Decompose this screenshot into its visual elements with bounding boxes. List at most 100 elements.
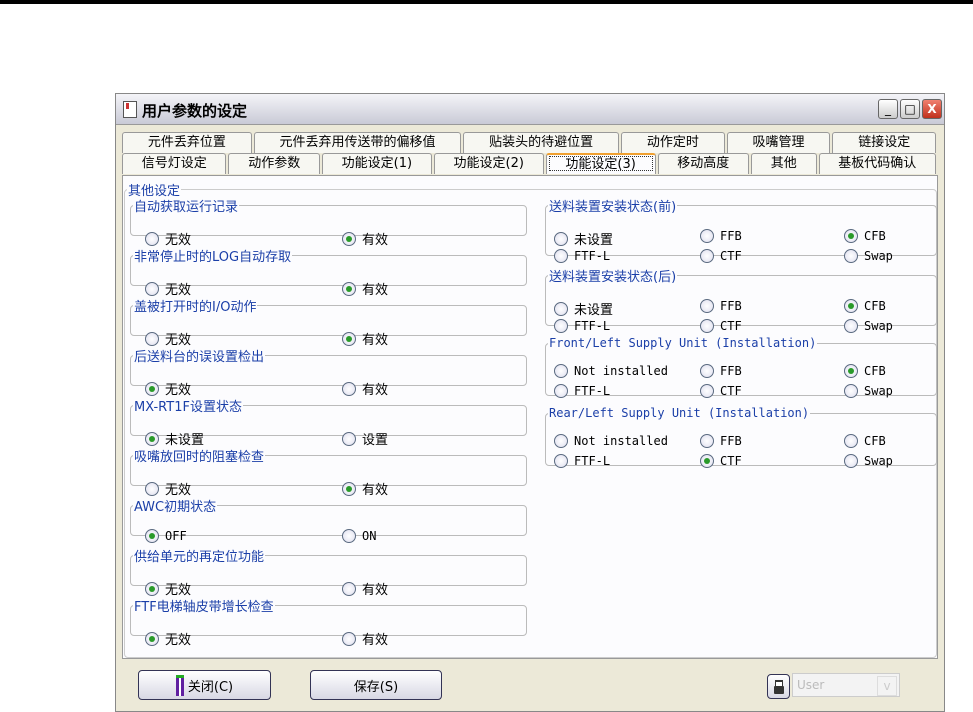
radio-option[interactable]: FFB bbox=[700, 434, 742, 448]
radio-option[interactable]: CTF bbox=[700, 249, 742, 263]
chevron-down-icon[interactable]: v bbox=[877, 676, 897, 696]
radio-circle-icon[interactable] bbox=[700, 364, 714, 378]
radio-circle-icon[interactable] bbox=[844, 454, 858, 468]
radio-circle-icon[interactable] bbox=[342, 381, 356, 396]
radio-circle-icon[interactable] bbox=[700, 454, 714, 468]
radio-option[interactable]: 未设置 bbox=[554, 229, 613, 248]
radio-circle-icon[interactable] bbox=[844, 319, 858, 333]
tab-tabs_row1-0[interactable]: 元件丢弃位置 bbox=[122, 132, 252, 153]
tab-tabs_row1-1[interactable]: 元件丢弃用传送带的偏移值 bbox=[253, 132, 462, 153]
radio-option[interactable]: FFB bbox=[700, 229, 742, 243]
radio-label: Swap bbox=[864, 319, 893, 333]
radio-option[interactable]: CTF bbox=[700, 384, 742, 398]
radio-circle-icon[interactable] bbox=[145, 381, 159, 396]
tab-tabs_row2-2[interactable]: 功能设定(1) bbox=[321, 153, 432, 174]
radio-circle-icon[interactable] bbox=[145, 581, 159, 596]
save-button[interactable]: 保存(S) bbox=[310, 670, 442, 700]
radio-circle-icon[interactable] bbox=[700, 249, 714, 263]
radio-circle-icon[interactable] bbox=[700, 434, 714, 448]
close-window-button[interactable]: X bbox=[922, 99, 942, 119]
radio-option[interactable]: 有效 bbox=[342, 629, 388, 648]
radio-label: 未设置 bbox=[574, 233, 614, 248]
radio-option[interactable]: FTF-L bbox=[554, 249, 610, 263]
radio-circle-icon[interactable] bbox=[554, 384, 568, 398]
radio-circle-icon[interactable] bbox=[700, 229, 714, 243]
tab-tabs_row2-6[interactable]: 其他 bbox=[751, 153, 817, 174]
tab-tabs_row1-2[interactable]: 贴装头的待避位置 bbox=[463, 132, 620, 153]
radio-circle-icon[interactable] bbox=[554, 434, 568, 448]
tab-tabs_row2-3[interactable]: 功能设定(2) bbox=[433, 153, 544, 174]
radio-circle-icon[interactable] bbox=[145, 331, 159, 346]
radio-option[interactable]: FFB bbox=[700, 364, 742, 378]
tab-tabs_row2-5[interactable]: 移动高度 bbox=[657, 153, 750, 174]
lock-button[interactable] bbox=[767, 674, 790, 699]
radio-circle-icon[interactable] bbox=[700, 319, 714, 333]
radio-circle-icon[interactable] bbox=[554, 249, 568, 263]
radio-label: Not installed bbox=[574, 434, 668, 448]
radio-circle-icon[interactable] bbox=[342, 231, 356, 246]
radio-circle-icon[interactable] bbox=[145, 281, 159, 296]
radio-circle-icon[interactable] bbox=[342, 581, 356, 596]
radio-circle-icon[interactable] bbox=[554, 454, 568, 468]
radio-circle-icon[interactable] bbox=[145, 431, 159, 446]
radio-circle-icon[interactable] bbox=[700, 299, 714, 313]
tab-tabs_row2-4[interactable]: 功能设定(3) bbox=[545, 153, 656, 174]
radio-circle-icon[interactable] bbox=[342, 529, 356, 543]
radio-circle-icon[interactable] bbox=[554, 231, 568, 246]
tab-tabs_row2-1[interactable]: 动作参数 bbox=[228, 153, 320, 174]
setting-group: 非常停止时的LOG自动存取 无效 有效 bbox=[130, 246, 527, 298]
radio-circle-icon[interactable] bbox=[844, 249, 858, 263]
close-button[interactable]: 关闭(C) bbox=[138, 670, 271, 700]
radio-option[interactable]: Swap bbox=[844, 384, 893, 398]
radio-circle-icon[interactable] bbox=[145, 529, 159, 543]
radio-option[interactable]: FTF-L bbox=[554, 384, 610, 398]
radio-circle-icon[interactable] bbox=[844, 434, 858, 448]
tab-tabs_row1-3[interactable]: 动作定时 bbox=[621, 132, 725, 153]
radio-circle-icon[interactable] bbox=[145, 231, 159, 246]
radio-circle-icon[interactable] bbox=[844, 384, 858, 398]
tab-tabs_row2-7[interactable]: 基板代码确认 bbox=[818, 153, 936, 174]
radio-option[interactable]: CTF bbox=[700, 319, 742, 333]
radio-option[interactable]: ON bbox=[342, 529, 376, 543]
radio-label: CTF bbox=[720, 454, 742, 468]
maximize-button[interactable]: □ bbox=[900, 99, 920, 119]
radio-option[interactable]: Swap bbox=[844, 454, 893, 468]
radio-circle-icon[interactable] bbox=[844, 364, 858, 378]
user-level-combo[interactable]: User v bbox=[792, 673, 900, 697]
radio-option[interactable]: Swap bbox=[844, 319, 893, 333]
radio-option[interactable]: CFB bbox=[844, 434, 886, 448]
radio-option[interactable]: FFB bbox=[700, 299, 742, 313]
radio-option[interactable]: FTF-L bbox=[554, 454, 610, 468]
radio-circle-icon[interactable] bbox=[554, 301, 568, 316]
radio-circle-icon[interactable] bbox=[554, 364, 568, 378]
radio-circle-icon[interactable] bbox=[342, 281, 356, 296]
radio-option[interactable]: CTF bbox=[700, 454, 742, 468]
radio-option[interactable]: CFB bbox=[844, 299, 886, 313]
radio-circle-icon[interactable] bbox=[700, 384, 714, 398]
radio-option[interactable]: 未设置 bbox=[554, 299, 613, 318]
radio-label: FFB bbox=[720, 434, 742, 448]
radio-circle-icon[interactable] bbox=[844, 299, 858, 313]
radio-label: FFB bbox=[720, 364, 742, 378]
radio-circle-icon[interactable] bbox=[342, 481, 356, 496]
radio-circle-icon[interactable] bbox=[145, 481, 159, 496]
minimize-button[interactable]: _ bbox=[878, 99, 898, 119]
tab-tabs_row1-4[interactable]: 吸嘴管理 bbox=[726, 132, 831, 153]
radio-option[interactable]: CFB bbox=[844, 364, 886, 378]
tab-tabs_row1-5[interactable]: 链接设定 bbox=[832, 132, 937, 153]
radio-option[interactable]: OFF bbox=[145, 529, 187, 543]
radio-circle-icon[interactable] bbox=[844, 229, 858, 243]
tab-tabs_row2-0[interactable]: 信号灯设定 bbox=[122, 153, 227, 174]
radio-circle-icon[interactable] bbox=[342, 431, 356, 446]
radio-option[interactable]: FTF-L bbox=[554, 319, 610, 333]
radio-circle-icon[interactable] bbox=[342, 331, 356, 346]
radio-label: CTF bbox=[720, 384, 742, 398]
radio-circle-icon[interactable] bbox=[554, 319, 568, 333]
radio-option[interactable]: CFB bbox=[844, 229, 886, 243]
radio-option[interactable]: Swap bbox=[844, 249, 893, 263]
radio-option[interactable]: Not installed bbox=[554, 434, 668, 448]
radio-circle-icon[interactable] bbox=[145, 631, 159, 646]
radio-option[interactable]: Not installed bbox=[554, 364, 668, 378]
radio-circle-icon[interactable] bbox=[342, 631, 356, 646]
radio-option[interactable]: 无效 bbox=[145, 629, 191, 648]
